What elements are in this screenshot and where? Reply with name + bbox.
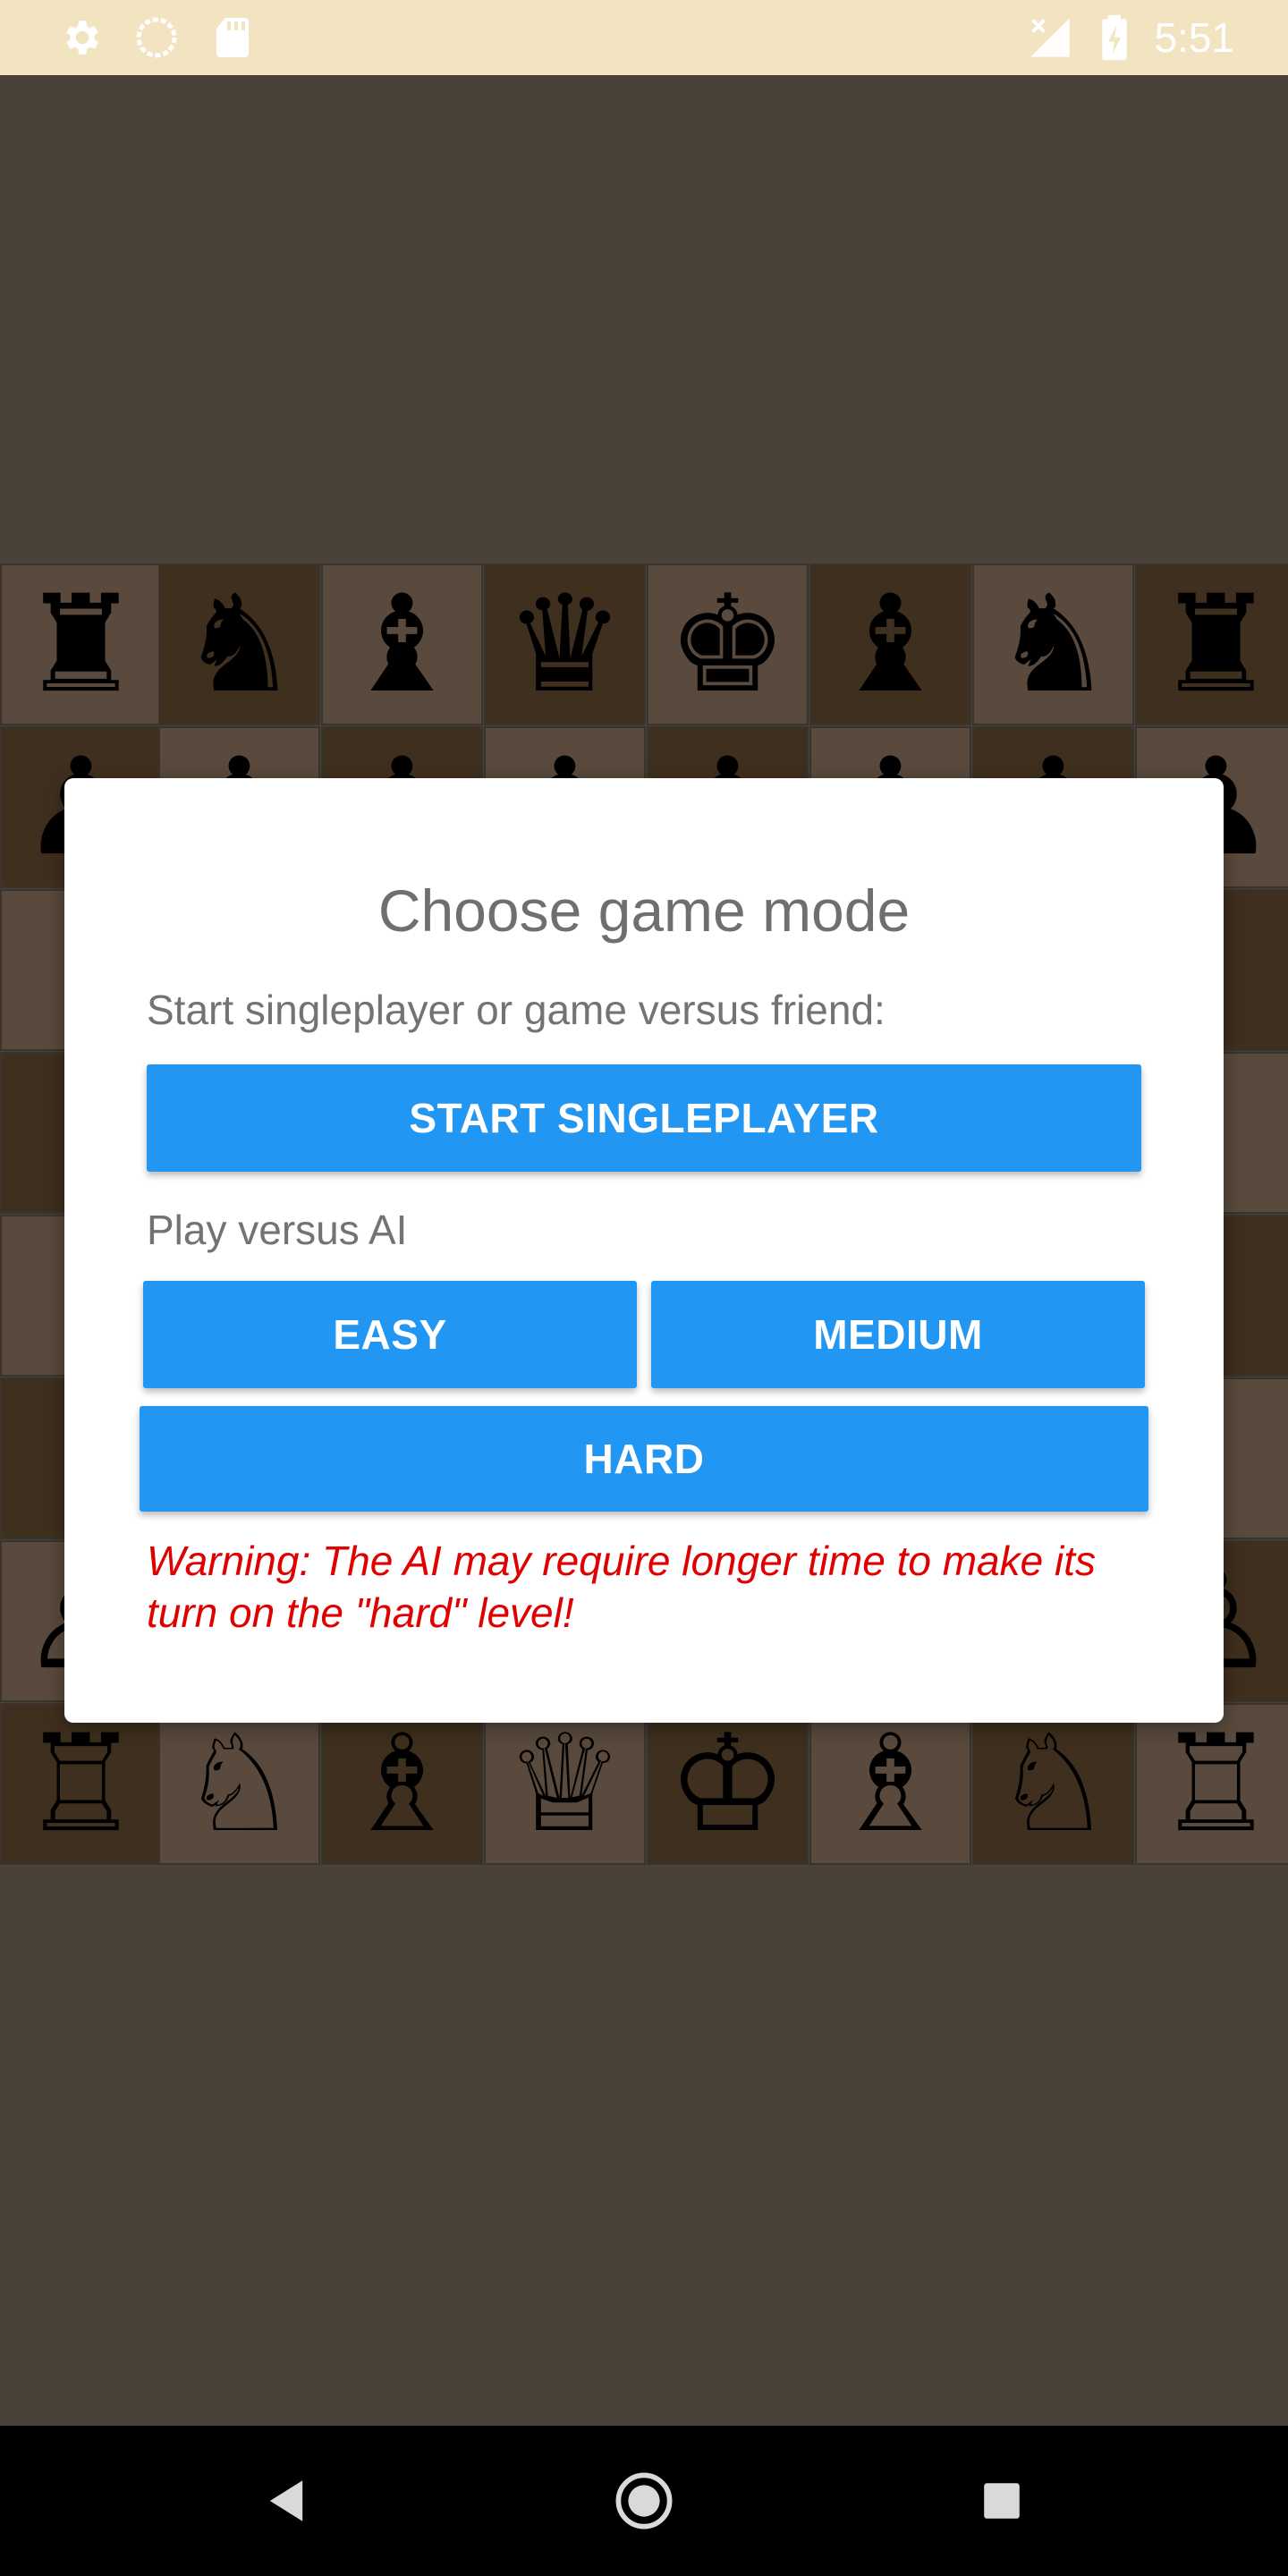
- bishop-icon: ♝: [342, 566, 462, 723]
- board-square[interactable]: ♘: [972, 1703, 1134, 1865]
- board-square[interactable]: ♝: [321, 564, 483, 725]
- home-icon[interactable]: [608, 2426, 680, 2576]
- sd-card-icon: [211, 0, 254, 75]
- clock: 5:51: [1154, 14, 1234, 61]
- board-square[interactable]: ♗: [809, 1703, 971, 1865]
- board-square[interactable]: ♜: [1135, 564, 1288, 725]
- ai-warning-text: Warning: The AI may require longer time …: [147, 1538, 1096, 1636]
- rook-icon: ♜: [1156, 566, 1276, 723]
- knight-icon: ♘: [993, 1706, 1114, 1862]
- dialog-title: Choose game mode: [377, 877, 911, 944]
- board-square[interactable]: ♝: [809, 564, 971, 725]
- back-icon[interactable]: [250, 2426, 322, 2576]
- navigation-bar: [0, 2426, 1288, 2576]
- hard-button[interactable]: HARD: [140, 1406, 1148, 1512]
- board-square[interactable]: ♗: [321, 1703, 483, 1865]
- board-rank-8: ♜ ♞ ♝ ♛ ♚ ♝ ♞ ♜: [0, 564, 1288, 726]
- rook-icon: ♖: [21, 1706, 141, 1862]
- board-square[interactable]: ♕: [484, 1703, 646, 1865]
- recents-icon[interactable]: [966, 2426, 1038, 2576]
- circle-icon: [132, 0, 181, 75]
- board-square[interactable]: ♛: [484, 564, 646, 725]
- rook-icon: ♖: [1156, 1706, 1276, 1862]
- queen-icon: ♛: [504, 566, 625, 723]
- bishop-icon: ♗: [342, 1706, 462, 1862]
- dialog-subtitle: Start singleplayer or game versus friend…: [147, 987, 886, 1033]
- medium-button[interactable]: MEDIUM: [651, 1281, 1145, 1388]
- queen-icon: ♕: [504, 1706, 625, 1862]
- start-singleplayer-button[interactable]: START SINGLEPLAYER: [147, 1064, 1141, 1172]
- easy-button[interactable]: EASY: [143, 1281, 637, 1388]
- gear-icon: [54, 0, 107, 75]
- board-square[interactable]: ♘: [158, 1703, 320, 1865]
- board-square[interactable]: ♚: [647, 564, 809, 725]
- bishop-icon: ♝: [830, 566, 951, 723]
- battery-charging-icon: [1098, 0, 1131, 75]
- king-icon: ♚: [667, 566, 788, 723]
- knight-icon: ♞: [993, 566, 1114, 723]
- board-square[interactable]: ♖: [1135, 1703, 1288, 1865]
- no-signal-icon: [1025, 0, 1075, 75]
- board-square[interactable]: ♖: [0, 1703, 162, 1865]
- board-rank-1: ♖ ♘ ♗ ♕ ♔ ♗ ♘ ♖: [0, 1703, 1288, 1866]
- ai-section-label: Play versus AI: [147, 1207, 408, 1253]
- king-icon: ♔: [667, 1706, 788, 1862]
- knight-icon: ♘: [179, 1706, 300, 1862]
- rook-icon: ♜: [21, 566, 141, 723]
- bishop-icon: ♗: [830, 1706, 951, 1862]
- board-square[interactable]: ♜: [0, 564, 162, 725]
- knight-icon: ♞: [179, 566, 300, 723]
- board-square[interactable]: ♞: [972, 564, 1134, 725]
- board-square[interactable]: ♞: [158, 564, 320, 725]
- board-square[interactable]: ♔: [647, 1703, 809, 1865]
- status-bar: 5:51: [0, 0, 1288, 75]
